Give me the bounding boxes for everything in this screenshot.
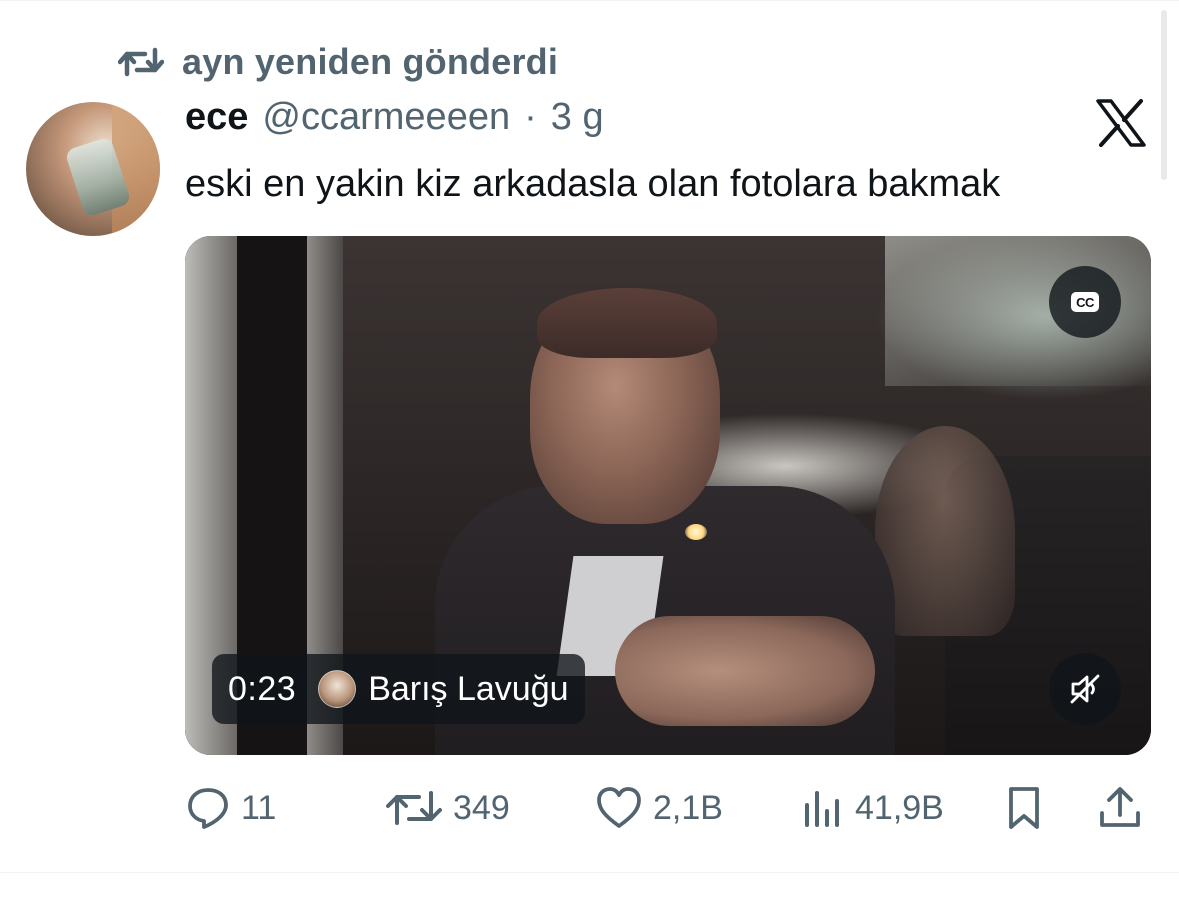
like-count: 2,1B [653, 788, 723, 827]
tweet-actions: 11 349 2,1B 41,9B [185, 780, 1151, 836]
repost-context[interactable]: ayn yeniden gönderdi [118, 40, 558, 84]
video-creator[interactable]: Barış Lavuğu [318, 669, 569, 709]
reply-icon [188, 788, 228, 829]
repost-button[interactable]: 349 [385, 780, 510, 836]
scrollbar[interactable] [1161, 10, 1167, 180]
bookmark-icon [1009, 787, 1039, 829]
bottom-divider [0, 872, 1179, 873]
video-person-hair [537, 288, 717, 358]
views-count: 41,9B [855, 788, 944, 827]
repost-icon [386, 791, 442, 825]
tweet-text: eski en yakin kiz arkadasla olan fotolar… [185, 163, 1001, 205]
repost-count: 349 [453, 788, 510, 827]
video-duration: 0:23 [228, 669, 297, 708]
bookmark-button[interactable] [1003, 780, 1045, 836]
share-icon [1100, 787, 1140, 827]
author-handle[interactable]: @ccarmeeeen [262, 96, 510, 139]
video-person-hands [615, 616, 875, 726]
like-button[interactable]: 2,1B [595, 780, 723, 836]
tweet-video[interactable]: CC 0:23 Barış Lavuğu [185, 236, 1151, 755]
video-lighter-flame [685, 524, 707, 540]
repost-icon [118, 47, 164, 77]
captions-icon: CC [1071, 292, 1099, 312]
author-display-name[interactable]: ece [185, 96, 248, 139]
creator-avatar [318, 670, 357, 708]
muted-speaker-icon [1070, 674, 1100, 704]
views-chart-icon [805, 791, 839, 827]
creator-name: Barış Lavuğu [368, 669, 569, 708]
mute-toggle-button[interactable] [1049, 653, 1121, 725]
top-divider [0, 0, 1179, 1]
views-button[interactable]: 41,9B [801, 780, 944, 836]
captions-button[interactable]: CC [1049, 266, 1121, 338]
header-separator: · [524, 96, 537, 138]
tweet-header: ece @ccarmeeeen · 3 g [185, 96, 604, 152]
x-logo-icon [1096, 99, 1146, 147]
tweet-timestamp[interactable]: 3 g [551, 96, 604, 139]
reply-button[interactable]: 11 [185, 780, 276, 836]
video-info-pill: 0:23 Barış Lavuğu [212, 654, 585, 724]
author-avatar[interactable] [26, 102, 160, 236]
video-background-person [875, 426, 1015, 636]
share-button[interactable] [1097, 780, 1143, 836]
reply-count: 11 [241, 788, 277, 827]
heart-icon [597, 787, 641, 828]
repost-context-text[interactable]: ayn yeniden gönderdi [182, 41, 558, 83]
